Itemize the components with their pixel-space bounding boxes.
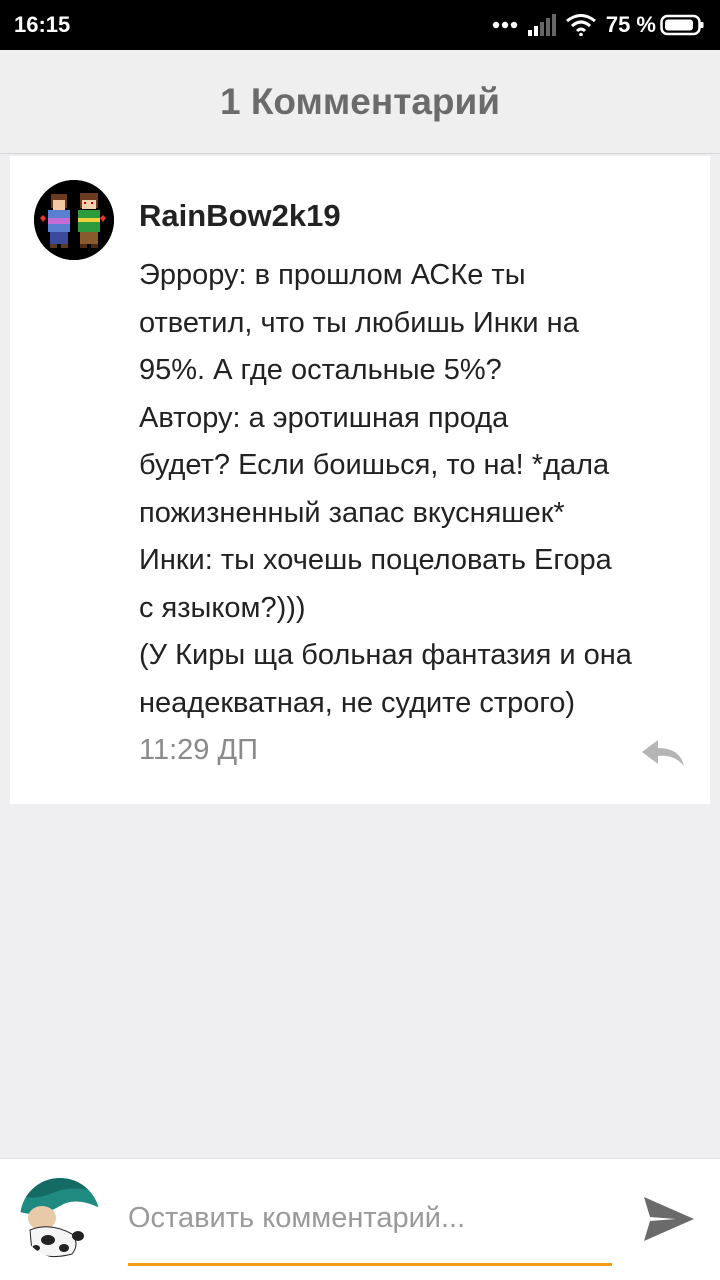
comment-card: RainBow2k19 Эррору: в прошлом АСКе ты от… [10,156,710,804]
wifi-icon [565,14,596,36]
status-bar: 16:15 75 % [0,0,720,50]
status-time: 16:15 [14,12,71,37]
signal-icon [527,14,556,36]
comment-time: 11:29 ДП [139,734,258,766]
page-title: 1 Комментарий [219,80,500,122]
status-icons: 75 % [492,12,704,38]
send-button[interactable] [640,1191,698,1247]
user-avatar[interactable] [20,1178,100,1258]
reply-button[interactable] [640,736,688,770]
battery-percent: 75 % [605,12,656,37]
send-icon [640,1197,698,1251]
comment-author[interactable]: RainBow2k19 [139,198,341,234]
dots-icon [492,21,518,29]
battery-icon [660,14,704,36]
input-underline [128,1263,612,1266]
app-header: 1 Комментарий [0,50,720,154]
comment-input[interactable] [128,1195,612,1241]
comment-composer [0,1158,720,1280]
comment-text: Эррору: в прошлом АСКе ты ответил, что т… [139,259,632,719]
author-avatar[interactable] [34,180,114,260]
battery: 75 % [606,12,704,38]
reply-icon [640,740,688,774]
